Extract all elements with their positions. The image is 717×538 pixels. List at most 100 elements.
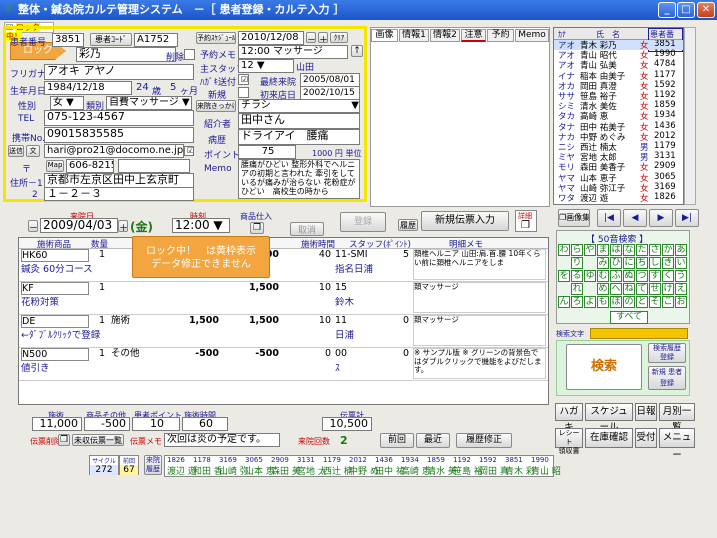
fn-schedule[interactable]: スケジュール bbox=[585, 403, 633, 433]
kana-field[interactable]: アオキ アヤノ bbox=[44, 64, 194, 80]
nav-prev-button[interactable]: ◀ bbox=[623, 209, 647, 227]
type-select[interactable]: 自費マッサージ ▼ bbox=[106, 96, 192, 110]
kana-key[interactable]: き bbox=[662, 257, 674, 269]
slip-price[interactable] bbox=[159, 282, 219, 294]
slip-point[interactable]: 0 bbox=[389, 315, 409, 327]
kana-key[interactable]: ろ bbox=[571, 296, 583, 308]
staff-select[interactable]: 12 ▼ bbox=[238, 59, 294, 73]
kana-key[interactable]: あ bbox=[675, 244, 687, 256]
new-checkbox[interactable] bbox=[238, 87, 249, 98]
kana-key[interactable]: と bbox=[636, 296, 648, 308]
slip-memo[interactable]: ※ サンプル版 ※ グリーンの背景色ではダブルクリックで機能をよびだします。 bbox=[413, 348, 546, 379]
schedule-button[interactable]: 予約ｽｹｼﾞｭｰﾙ bbox=[196, 32, 236, 44]
visit-date-plus[interactable]: ＋ bbox=[118, 220, 128, 232]
schedule-date-field[interactable]: 2010/12/08 bbox=[238, 31, 304, 45]
kana-key[interactable]: へ bbox=[610, 283, 622, 295]
slip-type[interactable]: その他 bbox=[111, 348, 155, 360]
kana-key[interactable]: ぬ bbox=[623, 270, 635, 282]
slip-point[interactable] bbox=[389, 282, 409, 294]
history-button[interactable]: 履歴 bbox=[398, 219, 418, 231]
kana-key[interactable]: さ bbox=[649, 244, 661, 256]
slip-item-name[interactable]: 値引き bbox=[21, 363, 201, 375]
kana-key[interactable]: か bbox=[662, 244, 674, 256]
kana-key[interactable]: ち bbox=[636, 257, 648, 269]
minimize-button[interactable]: _ bbox=[658, 2, 676, 18]
tab-caution[interactable]: 注意 bbox=[461, 29, 486, 42]
slip-time[interactable]: 0 bbox=[289, 348, 331, 360]
fn-reception[interactable]: 受付 bbox=[635, 428, 657, 448]
zip-field[interactable]: 606-8215 bbox=[66, 159, 114, 173]
slip-staff-name[interactable]: 日浦 bbox=[335, 330, 405, 342]
tab-reserve[interactable]: 予約 bbox=[487, 29, 514, 42]
schedule-plus-button[interactable]: ＋ bbox=[318, 32, 328, 43]
slip-time[interactable]: 10 bbox=[289, 282, 331, 294]
delete-checkbox[interactable] bbox=[184, 49, 195, 60]
register-button[interactable]: 登録 bbox=[340, 212, 386, 232]
point-field[interactable]: 75 bbox=[238, 145, 296, 159]
patient-code-button[interactable]: 患者ｺｰﾄﾞ bbox=[90, 33, 132, 46]
trigger-button[interactable]: 来院きっかけ bbox=[196, 100, 236, 112]
unpaid-list-button[interactable]: 未収伝票一覧 bbox=[72, 434, 124, 446]
history-field[interactable]: ドライアイ 腰痛 bbox=[238, 129, 360, 145]
referrer-field[interactable]: 田中さん bbox=[238, 113, 360, 129]
kana-key[interactable]: そ bbox=[649, 296, 661, 308]
fn-receipt[interactable]: レシート 領収書 bbox=[555, 428, 583, 455]
slip-time[interactable]: 40 bbox=[289, 249, 331, 261]
fn-hagaki[interactable]: ハガキ bbox=[555, 403, 583, 433]
slip-item-name[interactable]: ←ﾀﾞﾌﾞﾙｸﾘｯｸで登録 bbox=[21, 330, 201, 342]
mail-text-button[interactable]: 文 bbox=[26, 145, 40, 157]
slip-type[interactable]: 施術 bbox=[111, 315, 155, 327]
patient-list-row[interactable]: ワタ 渡辺 遊 女 1826 bbox=[554, 192, 683, 204]
slip-memo[interactable]: 頚マッサージ bbox=[413, 282, 546, 313]
slip-price[interactable]: -500 bbox=[159, 348, 219, 360]
slip-item-code[interactable]: N500 bbox=[21, 348, 89, 361]
kana-key[interactable]: も bbox=[597, 296, 609, 308]
slip-item-name[interactable]: 花粉対策 bbox=[21, 297, 201, 309]
slip-staff[interactable]: 00 bbox=[335, 348, 375, 360]
slip-item-code[interactable]: KF bbox=[21, 282, 89, 295]
email-field[interactable]: hari@pro21@docomo.ne.jp bbox=[44, 144, 184, 158]
reserve-memo-field[interactable]: 12:00 マッサージ bbox=[238, 45, 348, 59]
goods-button[interactable]: ❐ bbox=[250, 222, 264, 234]
kana-key[interactable]: す bbox=[649, 270, 661, 282]
trigger-select[interactable]: チラシ ▼ bbox=[238, 99, 360, 113]
tab-memo[interactable]: Memo bbox=[515, 29, 549, 42]
nav-first-button[interactable]: |◀ bbox=[597, 209, 621, 227]
visit-date-minus[interactable]: － bbox=[28, 220, 38, 232]
fn-menu[interactable]: メニュー bbox=[659, 428, 695, 461]
sex-select[interactable]: 女 ▼ bbox=[50, 96, 84, 110]
slip-qty[interactable]: 1 bbox=[91, 282, 105, 294]
cancel-button[interactable]: 取消 bbox=[290, 222, 324, 236]
kana-key[interactable]: う bbox=[675, 270, 687, 282]
dob-field[interactable]: 1984/12/18 bbox=[44, 81, 132, 95]
kana-key[interactable]: け bbox=[662, 283, 674, 295]
kana-key[interactable]: な bbox=[623, 244, 635, 256]
search-text-field[interactable] bbox=[590, 328, 688, 339]
memo-up-button[interactable]: ↑ bbox=[351, 45, 363, 57]
hagaki-checkbox[interactable]: ☑ bbox=[238, 74, 249, 85]
last-visit-field[interactable]: 2005/08/01 bbox=[300, 73, 360, 87]
prev-visit-button[interactable]: 前回 bbox=[380, 433, 414, 448]
kana-key[interactable]: れ bbox=[571, 283, 583, 295]
search-button[interactable]: 検索 bbox=[566, 344, 642, 390]
kana-key[interactable]: よ bbox=[584, 296, 596, 308]
image-button[interactable]: ❐画像集 bbox=[558, 209, 590, 227]
kana-key[interactable]: や bbox=[584, 244, 596, 256]
kana-key[interactable]: に bbox=[623, 257, 635, 269]
slip-memo[interactable]: 頚椎ヘルニア 山田:肩.首.腰 10年くらい前に頚椎ヘルニアをしま bbox=[413, 249, 546, 280]
slip-qty[interactable]: 1 bbox=[91, 348, 105, 360]
kana-key[interactable]: こ bbox=[662, 296, 674, 308]
kana-key[interactable]: ふ bbox=[610, 270, 622, 282]
kana-key[interactable]: せ bbox=[649, 283, 661, 295]
slip-memo[interactable]: 頚マッサージ bbox=[413, 315, 546, 346]
kana-key[interactable]: お bbox=[675, 296, 687, 308]
detail-box[interactable]: 詳細 ❐ bbox=[515, 210, 537, 232]
detail-search-button[interactable]: 検索履歴 登録 bbox=[648, 343, 686, 363]
slip-staff[interactable]: 11-SMI bbox=[335, 249, 375, 261]
slip-qty[interactable]: 1 bbox=[91, 249, 105, 261]
latest-visit-button[interactable]: 最近 bbox=[416, 433, 450, 448]
fn-monthly[interactable]: 月別一覧 bbox=[659, 403, 695, 433]
recent-patient-name[interactable]: 青山 昭 bbox=[531, 464, 561, 477]
mobile-field[interactable]: 09015835585 bbox=[44, 127, 194, 143]
fn-stock[interactable]: 在庫確認 bbox=[585, 428, 633, 448]
